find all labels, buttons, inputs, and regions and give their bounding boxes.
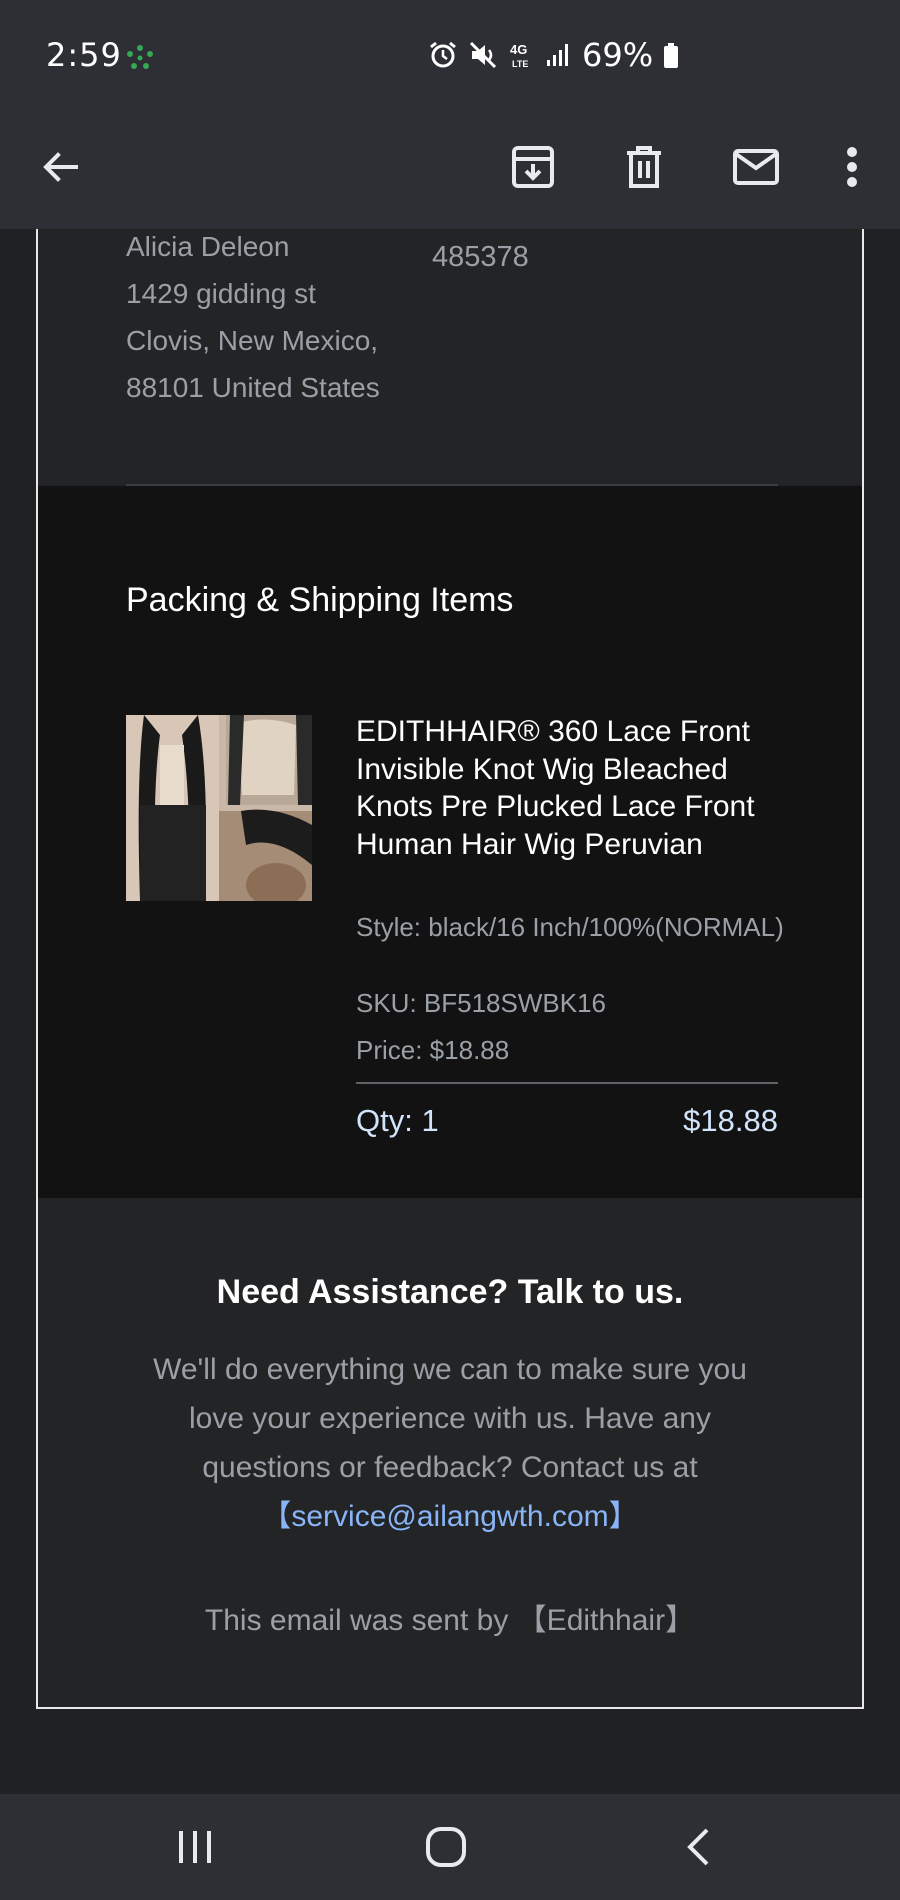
- archive-button[interactable]: [501, 135, 565, 199]
- delete-button[interactable]: [612, 135, 676, 199]
- delete-icon: [627, 146, 661, 188]
- email-body: Alicia Deleon 1429 gidding st Clovis, Ne…: [0, 229, 900, 1794]
- address-line: Clovis, New Mexico,: [126, 325, 379, 356]
- mark-unread-icon: [733, 149, 779, 185]
- address-section: Alicia Deleon 1429 gidding st Clovis, Ne…: [38, 229, 862, 485]
- status-time: 2:59: [46, 36, 122, 74]
- home-button[interactable]: [414, 1815, 478, 1879]
- nav-back-icon: [687, 1828, 709, 1866]
- address-line: 88101 United States: [126, 372, 380, 403]
- sent-by-text: This email was sent by 【Edithhair】: [204, 1604, 696, 1637]
- line-total: $18.88: [683, 1103, 778, 1138]
- more-options-button[interactable]: [820, 135, 884, 199]
- recent-apps-button[interactable]: [163, 1815, 227, 1879]
- recent-apps-icon: [179, 1831, 211, 1863]
- mute-icon: [469, 41, 497, 69]
- address-line: 1429 gidding st: [126, 278, 316, 309]
- back-button[interactable]: [28, 135, 92, 199]
- product-price: Price: $18.88: [356, 1035, 510, 1065]
- battery-icon: [664, 43, 679, 68]
- product-image[interactable]: [126, 715, 312, 901]
- system-nav-bar: [0, 1794, 900, 1900]
- status-bar: 2:59 4G LTE 69%: [0, 0, 900, 105]
- assistance-text: We'll do everything we can to make sure …: [138, 1345, 762, 1541]
- svg-text:LTE: LTE: [512, 59, 528, 69]
- status-indicators: 4G LTE 69%: [428, 36, 679, 74]
- app-notification-icon: [127, 45, 153, 69]
- product-photo-illustration: [126, 715, 312, 901]
- items-section: Packing & Shipping Items EDITHHAIR® 360 …: [38, 486, 862, 1198]
- mark-unread-button[interactable]: [724, 135, 788, 199]
- back-arrow-icon: [43, 152, 78, 182]
- assistance-title: Need Assistance? Talk to us.: [216, 1273, 684, 1311]
- product-name[interactable]: EDITHHAIR® 360 Lace Front Invisible Knot…: [356, 713, 786, 863]
- order-number: 485378: [432, 241, 529, 273]
- archive-icon: [512, 146, 554, 188]
- address-line: Alicia Deleon: [126, 231, 290, 262]
- 4g-lte-icon: 4G LTE: [510, 42, 528, 69]
- assistance-body: We'll do everything we can to make sure …: [153, 1353, 747, 1484]
- product-sku: SKU: BF518SWBK16: [356, 988, 606, 1018]
- shipping-address: Alicia Deleon 1429 gidding st Clovis, Ne…: [126, 229, 380, 411]
- items-section-title: Packing & Shipping Items: [126, 581, 514, 619]
- assistance-section: Need Assistance? Talk to us. We'll do ev…: [38, 1198, 862, 1707]
- svg-text:4G: 4G: [510, 42, 527, 57]
- signal-icon: [547, 44, 568, 66]
- nav-back-button[interactable]: [666, 1815, 730, 1879]
- home-icon: [426, 1827, 466, 1867]
- more-vert-icon: [847, 147, 857, 187]
- divider: [356, 1082, 778, 1084]
- support-email-link[interactable]: 【service@ailangwth.com】: [261, 1500, 638, 1533]
- email-frame: Alicia Deleon 1429 gidding st Clovis, Ne…: [36, 229, 864, 1709]
- app-bar: [0, 105, 900, 229]
- product-quantity: Qty: 1: [356, 1103, 439, 1138]
- product-style: Style: black/16 Inch/100%(NORMAL): [356, 912, 784, 942]
- alarm-icon: [430, 41, 456, 68]
- battery-percent: 69%: [582, 36, 654, 74]
